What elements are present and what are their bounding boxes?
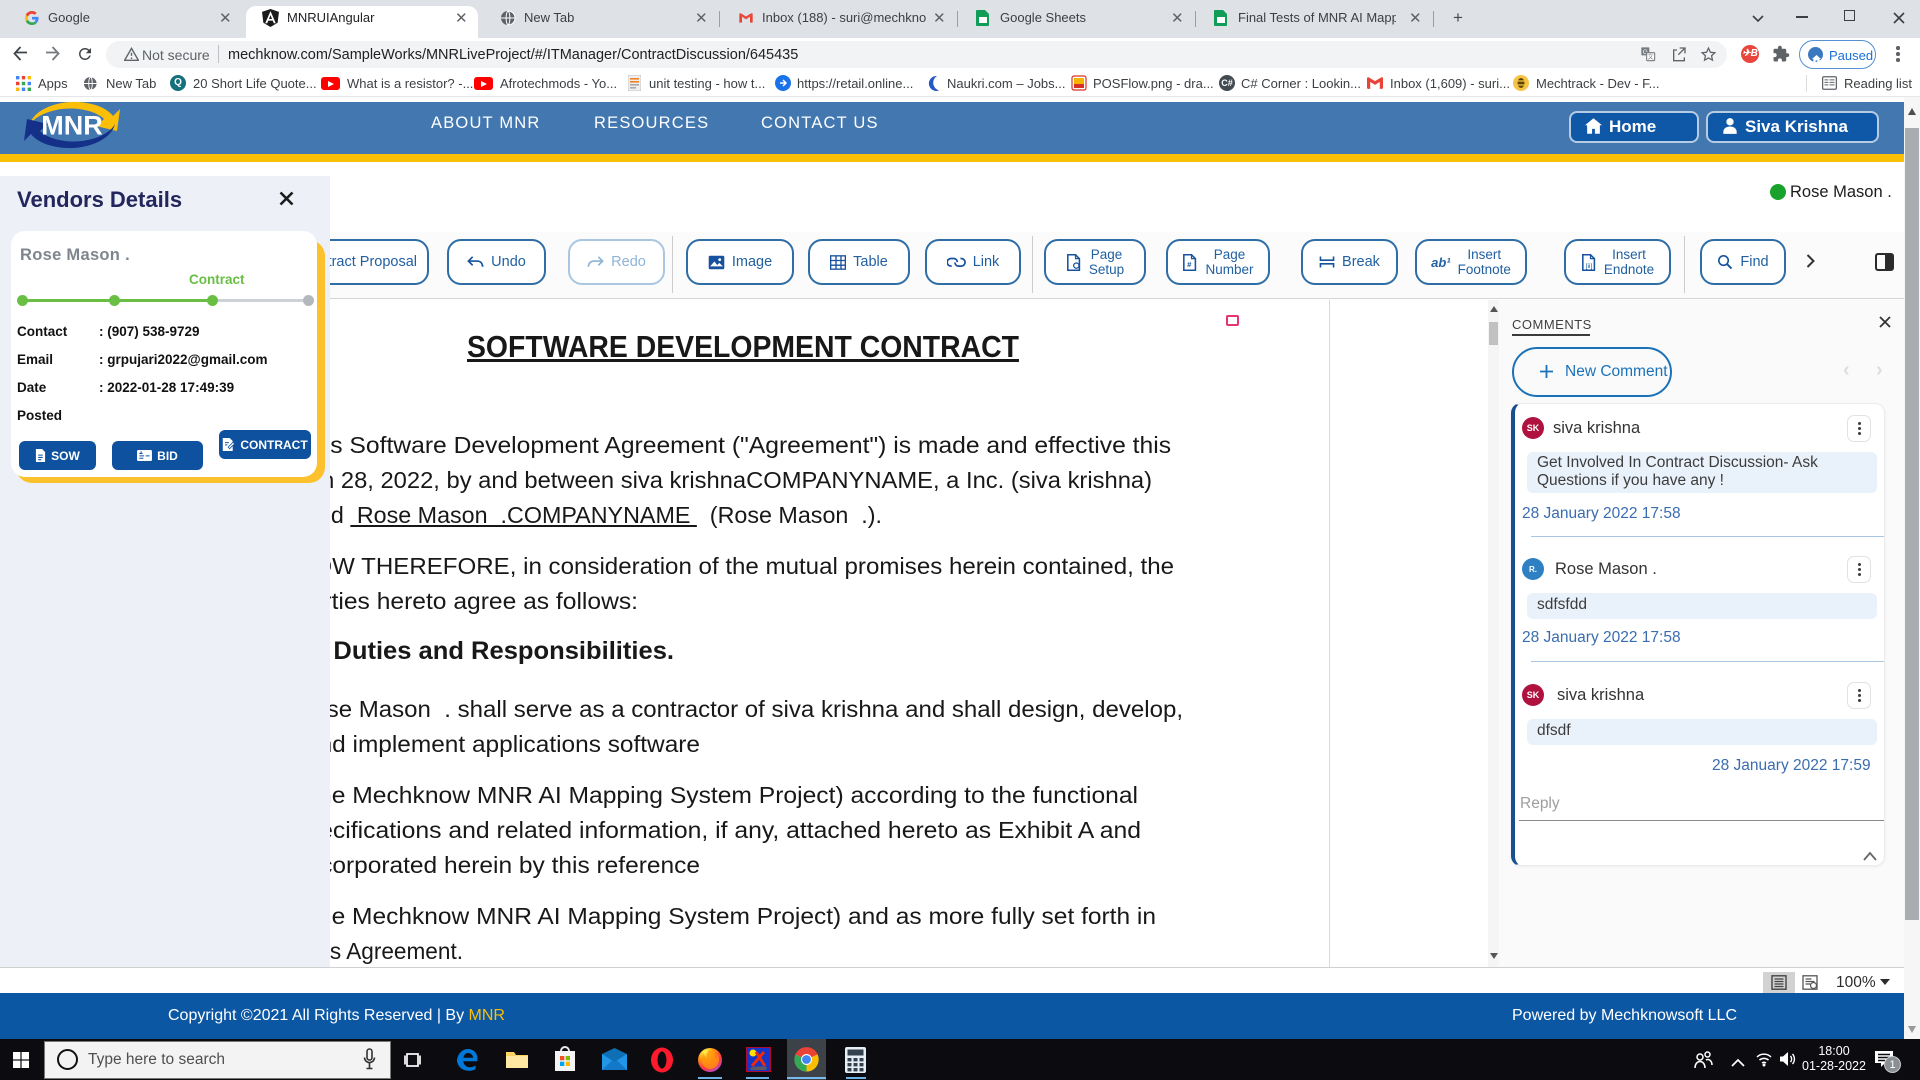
svg-text:#: #: [1188, 260, 1193, 269]
svg-text:[ii]: [ii]: [1586, 262, 1593, 269]
svg-text:MNR: MNR: [41, 111, 103, 141]
